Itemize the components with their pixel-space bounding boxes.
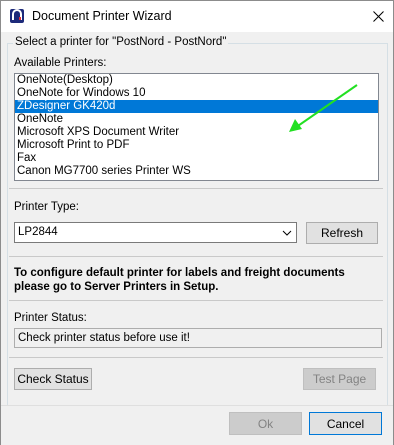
close-button[interactable]	[363, 1, 393, 32]
test-page-button[interactable]: Test Page	[303, 368, 376, 390]
separator	[9, 188, 383, 189]
chevron-down-icon	[282, 230, 292, 236]
printer-type-value: LP2844	[18, 226, 58, 238]
separator	[9, 256, 383, 257]
close-icon	[372, 11, 384, 22]
printer-list-item[interactable]: ZDesigner GK420d	[15, 100, 378, 113]
printer-list-item[interactable]: Fax	[15, 152, 378, 165]
printer-status-field: Check printer status before use it!	[14, 328, 382, 348]
printer-wizard-window: Document Printer Wizard Select a printer…	[0, 0, 394, 445]
separator	[9, 357, 383, 358]
printer-list-item[interactable]: Microsoft XPS Document Writer	[15, 126, 378, 139]
printer-status-value: Check printer status before use it!	[18, 332, 190, 344]
printer-list-item[interactable]: Microsoft Print to PDF	[15, 139, 378, 152]
app-logo-icon	[10, 9, 24, 23]
separator	[9, 300, 383, 301]
printer-list-item[interactable]: OneNote	[15, 113, 378, 126]
printer-type-dropdown[interactable]: LP2844	[14, 222, 297, 243]
title-bar: Document Printer Wizard	[1, 1, 393, 32]
printer-status-label: Printer Status:	[14, 312, 87, 324]
printer-list-item[interactable]: OneNote for Windows 10	[15, 87, 378, 100]
dialog-body: Select a printer for "PostNord - PostNor…	[1, 32, 393, 406]
window-title: Document Printer Wizard	[32, 9, 172, 23]
printer-type-label: Printer Type:	[14, 201, 79, 213]
printer-listbox[interactable]: OneNote(Desktop) OneNote for Windows 10 ZD…	[14, 73, 379, 181]
dialog-footer: Ok Cancel	[1, 405, 393, 445]
cancel-button[interactable]: Cancel	[309, 412, 382, 435]
setup-info-text: To configure default printer for labels …	[14, 267, 345, 293]
available-printers-label: Available Printers:	[14, 57, 107, 69]
printer-list-item[interactable]: OneNote(Desktop)	[15, 74, 378, 87]
group-legend: Select a printer for "PostNord - PostNor…	[13, 36, 229, 48]
refresh-button[interactable]: Refresh	[306, 222, 378, 244]
check-status-button[interactable]: Check Status	[14, 368, 92, 390]
ok-button[interactable]: Ok	[229, 412, 302, 435]
printer-list-item[interactable]: Canon MG7700 series Printer WS	[15, 165, 378, 178]
